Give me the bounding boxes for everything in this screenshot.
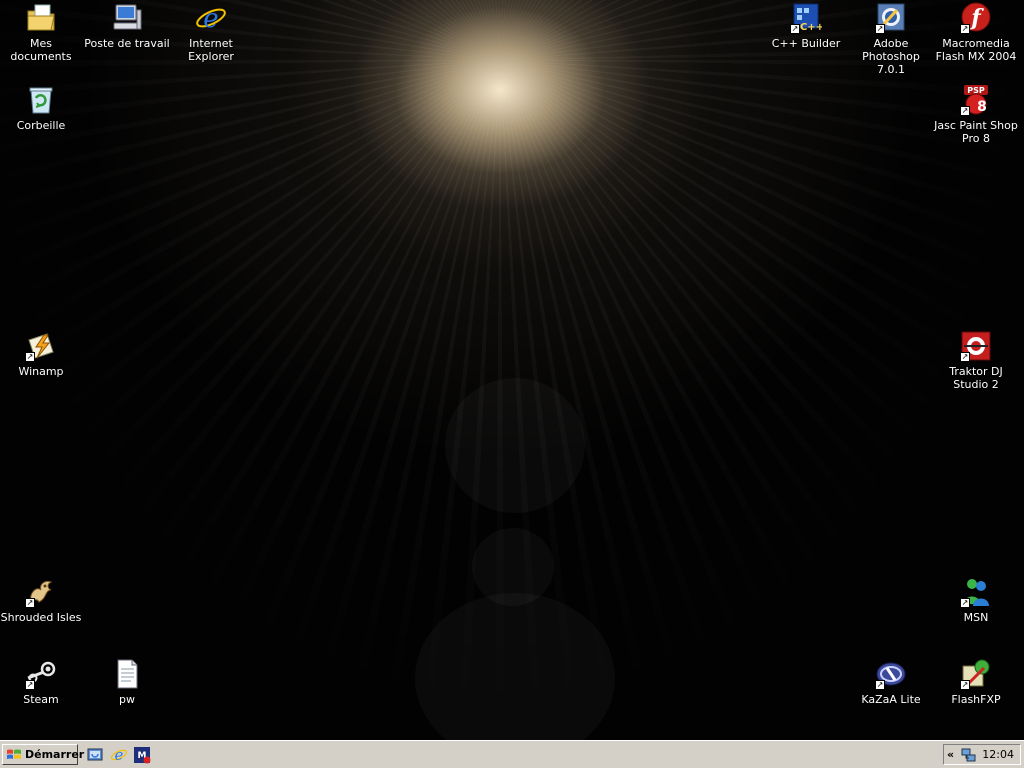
start-button[interactable]: Démarrer <box>2 744 84 765</box>
internet-explorer-icon: e <box>195 2 227 34</box>
shortcut-arrow-icon: ↗ <box>960 106 970 116</box>
svg-text:e: e <box>115 746 124 764</box>
shortcut-arrow-icon: ↗ <box>25 598 35 608</box>
shortcut-arrow-icon: ↗ <box>960 352 970 362</box>
desktop-icon-traktor[interactable]: ↗ Traktor DJ Studio 2 <box>933 330 1019 391</box>
shortcut-arrow-icon: ↗ <box>25 352 35 362</box>
desktop-icon-internet-explorer[interactable]: e Internet Explorer <box>168 2 254 63</box>
desktop-icon-label: Poste de travail <box>84 37 170 50</box>
shortcut-arrow-icon: ↗ <box>25 680 35 690</box>
wallpaper-lens-flare <box>445 378 585 513</box>
msn-icon: ↗ <box>960 576 992 608</box>
svg-text:C++: C++ <box>800 22 822 33</box>
desktop-icon-pw[interactable]: pw <box>84 658 170 706</box>
desktop-icon-label: Macromedia Flash MX 2004 <box>935 37 1017 63</box>
desktop[interactable]: Mes documents Poste de travail e Interne… <box>0 0 1024 740</box>
photoshop-icon: ↗ <box>875 2 907 34</box>
desktop-icon-kazaa[interactable]: ↗ KaZaA Lite <box>848 658 934 706</box>
quick-launch-internet-explorer[interactable]: e <box>110 746 128 764</box>
windows-logo-icon <box>6 748 22 762</box>
desktop-icon-paint-shop-pro[interactable]: PSP 8 ↗ Jasc Paint Shop Pro 8 <box>933 84 1019 145</box>
desktop-icon-recycle-bin[interactable]: Corbeille <box>0 84 84 132</box>
desktop-icon-label: FlashFXP <box>951 693 1001 706</box>
recycle-bin-icon <box>25 84 57 116</box>
traktor-icon: ↗ <box>960 330 992 362</box>
desktop-icon-shrouded-isles[interactable]: ↗ Shrouded Isles <box>0 576 84 624</box>
paint-shop-pro-icon: PSP 8 ↗ <box>960 84 992 116</box>
network-connection-icon[interactable] <box>961 747 977 763</box>
internet-explorer-icon: e <box>111 746 127 764</box>
desktop-icon-cpp-builder[interactable]: C++ ↗ C++ Builder <box>763 2 849 50</box>
svg-text:8: 8 <box>977 99 987 115</box>
steam-icon: ↗ <box>25 658 57 690</box>
my-computer-icon <box>111 2 143 34</box>
desktop-icon-flashfxp[interactable]: ↗ FlashFXP <box>933 658 1019 706</box>
desktop-icon-label: Internet Explorer <box>188 37 234 63</box>
winamp-icon: ↗ <box>25 330 57 362</box>
shortcut-arrow-icon: ↗ <box>790 24 800 34</box>
shortcut-arrow-icon: ↗ <box>875 680 885 690</box>
taskbar: Démarrer e M « 12:04 <box>0 740 1024 768</box>
my-documents-icon <box>25 2 57 34</box>
quick-launch-show-desktop[interactable] <box>86 746 104 764</box>
desktop-icon-flash[interactable]: f ↗ Macromedia Flash MX 2004 <box>933 2 1019 63</box>
desktop-icon-label: KaZaA Lite <box>861 693 921 706</box>
system-tray: « 12:04 <box>943 744 1021 765</box>
desktop-icon-label: MSN <box>963 611 989 624</box>
flashfxp-icon: ↗ <box>960 658 992 690</box>
tray-expand-chevron[interactable]: « <box>947 748 954 761</box>
desktop-icon-label: Jasc Paint Shop Pro 8 <box>934 119 1018 145</box>
kazaa-icon: ↗ <box>875 658 907 690</box>
desktop-icon-steam[interactable]: ↗ Steam <box>0 658 84 706</box>
desktop-icon-msn[interactable]: ↗ MSN <box>933 576 1019 624</box>
tray-clock[interactable]: 12:04 <box>982 748 1014 761</box>
desktop-icon-my-documents[interactable]: Mes documents <box>0 2 84 63</box>
start-button-label: Démarrer <box>25 748 85 761</box>
desktop-icon-label: Shrouded Isles <box>0 611 82 624</box>
flash-icon: f ↗ <box>960 2 992 34</box>
desktop-icon-label: Mes documents <box>10 37 72 63</box>
desktop-icon-label: Winamp <box>18 365 64 378</box>
quick-launch-msn-messenger[interactable]: M <box>133 746 151 764</box>
desktop-icon-label: Traktor DJ Studio 2 <box>949 365 1003 391</box>
desktop-icon-label: Steam <box>23 693 59 706</box>
desktop-icon-label: C++ Builder <box>771 37 841 50</box>
shortcut-arrow-icon: ↗ <box>960 680 970 690</box>
desktop-icon-label: Corbeille <box>16 119 66 132</box>
desktop-icon-label: pw <box>119 693 135 706</box>
desktop-icon-my-computer[interactable]: Poste de travail <box>84 2 170 50</box>
shortcut-arrow-icon: ↗ <box>875 24 885 34</box>
svg-text:e: e <box>203 4 218 34</box>
msn-messenger-icon: M <box>134 747 151 764</box>
shortcut-arrow-icon: ↗ <box>960 598 970 608</box>
show-desktop-icon <box>87 748 103 761</box>
desktop-icon-photoshop[interactable]: ↗ Adobe Photoshop 7.0.1 <box>848 2 934 76</box>
shrouded-isles-icon: ↗ <box>25 576 57 608</box>
shortcut-arrow-icon: ↗ <box>960 24 970 34</box>
cpp-builder-icon: C++ ↗ <box>790 2 822 34</box>
desktop-icon-winamp[interactable]: ↗ Winamp <box>0 330 84 378</box>
desktop-icon-label: Adobe Photoshop 7.0.1 <box>862 37 920 76</box>
text-file-icon <box>111 658 143 690</box>
